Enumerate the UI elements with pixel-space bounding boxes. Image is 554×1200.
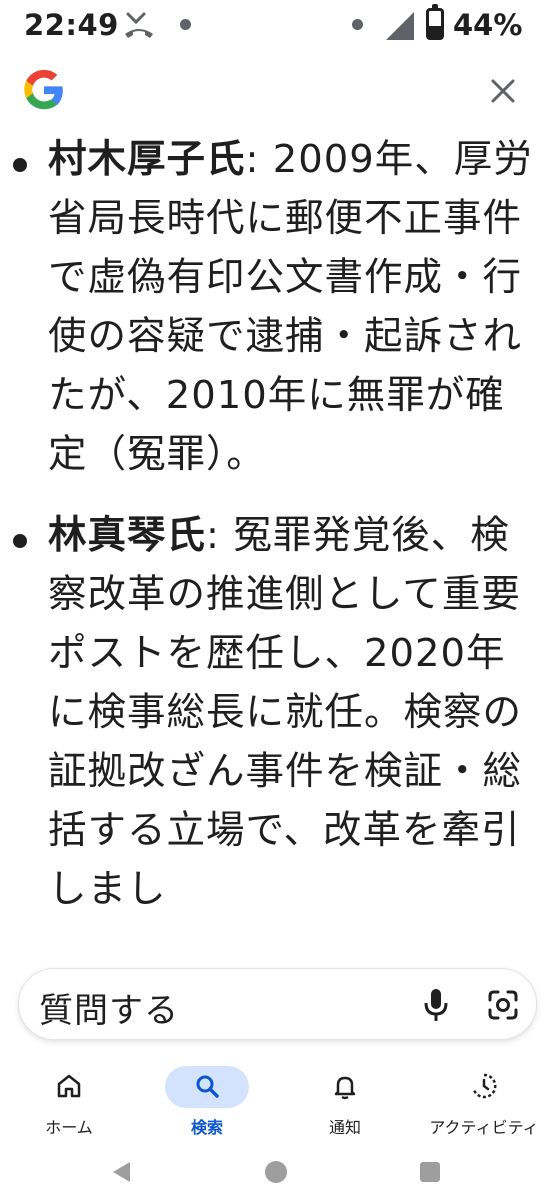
battery-icon [426, 4, 444, 40]
nav-item-activity[interactable]: アクティビティ [414, 1058, 554, 1148]
bullet-point [13, 534, 27, 548]
ask-placeholder: 質問する [39, 991, 179, 1031]
list-item: 村木厚子氏: 2009年、厚労省局長時代に郵便不正事件で虚偽有印公文書作成・行使… [0, 130, 554, 484]
lens-camera-icon[interactable] [487, 989, 519, 1021]
bullet-text: 村木厚子氏: 2009年、厚労省局長時代に郵便不正事件で虚偽有印公文書作成・行使… [48, 130, 534, 484]
content-fade [0, 930, 554, 970]
nav-item-notifications[interactable]: 通知 [286, 1058, 404, 1148]
nav-label: 通知 [328, 1118, 361, 1137]
notification-dot-icon [352, 19, 363, 30]
list-item: 林真琴氏: 冤罪発覚後、検察改革の推進側として重要ポストを歴任し、2020年に検… [0, 506, 554, 919]
bullet-point [13, 158, 27, 172]
bell-icon [334, 1076, 356, 1100]
ask-input[interactable]: 質問する [18, 968, 537, 1040]
bottom-nav: ホーム 検索 通知 アクティビティ [0, 1058, 554, 1148]
item-description: : 冤罪発覚後、検察改革の推進側として重要ポストを歴任し、2020年に検事総長に… [48, 513, 523, 912]
bullet-text: 林真琴氏: 冤罪発覚後、検察改革の推進側として重要ポストを歴任し、2020年に検… [48, 506, 534, 919]
home-icon [57, 1074, 81, 1098]
mic-icon[interactable] [421, 987, 451, 1023]
home-circle-icon[interactable] [262, 1158, 290, 1186]
nav-item-home[interactable]: ホーム [10, 1058, 128, 1148]
search-icon [196, 1075, 219, 1098]
header [0, 52, 554, 132]
google-g-logo-icon [24, 69, 63, 110]
person-name: 林真琴氏 [48, 513, 207, 558]
bullet-list: 村木厚子氏: 2009年、厚労省局長時代に郵便不正事件で虚偽有印公文書作成・行使… [0, 130, 554, 919]
answer-content: 村木厚子氏: 2009年、厚労省局長時代に郵便不正事件で虚偽有印公文書作成・行使… [0, 130, 554, 950]
recents-square-icon[interactable] [416, 1158, 444, 1186]
nav-label: ホーム [45, 1118, 93, 1137]
close-icon[interactable] [486, 74, 520, 108]
nav-label: 検索 [190, 1118, 223, 1137]
notification-dot-icon [180, 19, 191, 30]
battery-percent: 44% [453, 8, 523, 42]
back-triangle-icon[interactable] [108, 1158, 136, 1186]
activity-icon [472, 1073, 497, 1099]
missed-call-icon [125, 12, 153, 38]
status-bar: 22:49 44% [0, 0, 554, 52]
status-time: 22:49 [24, 8, 119, 42]
nav-item-search[interactable]: 検索 [148, 1058, 266, 1148]
signal-icon [386, 12, 414, 40]
nav-label: アクティビティ [429, 1118, 539, 1137]
system-nav [0, 1148, 554, 1200]
item-description: : 2009年、厚労省局長時代に郵便不正事件で虚偽有印公文書作成・行使の容疑で逮… [48, 137, 533, 477]
person-name: 村木厚子氏 [48, 137, 246, 182]
